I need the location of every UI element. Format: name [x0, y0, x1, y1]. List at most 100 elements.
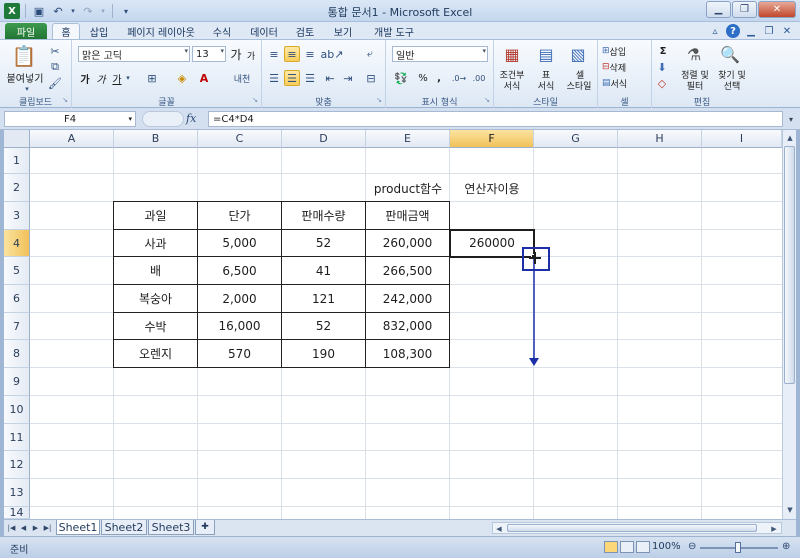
align-center-icon[interactable]: ☰ [284, 70, 300, 86]
scroll-right-icon[interactable]: ▶ [768, 522, 780, 536]
orientation-icon[interactable]: ab↗ [321, 46, 344, 62]
prev-sheet-icon[interactable]: ◀ [18, 522, 29, 534]
scroll-up-icon[interactable]: ▲ [784, 131, 796, 145]
paste-dropdown-icon[interactable]: ▾ [22, 84, 32, 94]
dialog-launcher-icon[interactable]: ↘ [376, 96, 382, 104]
font-size-combo[interactable]: 13 ▾ [192, 46, 226, 62]
merge-center-icon[interactable]: ⊟ [362, 70, 380, 86]
format-table-label-2[interactable]: 서식 [530, 79, 562, 92]
minimize-button[interactable]: ▁ [706, 1, 731, 18]
number-format-combo[interactable]: 일반 ▾ [392, 46, 488, 62]
clear-icon[interactable]: ◇ [654, 76, 670, 90]
tab-data[interactable]: 데이터 [244, 23, 284, 39]
paste-icon[interactable]: 📋 [12, 43, 37, 69]
zoom-out-icon[interactable]: ⊖ [688, 541, 696, 552]
help-icon[interactable]: ? [726, 24, 740, 38]
dialog-launcher-icon[interactable]: ↘ [484, 96, 490, 104]
vertical-scrollbar[interactable]: ▲ ▼ [782, 130, 796, 519]
bold-button[interactable]: 가 [78, 70, 92, 86]
phonetic-guide-icon[interactable]: 내천 [232, 70, 252, 86]
cell-styles-label-2[interactable]: 스타일 [560, 79, 598, 92]
copy-icon[interactable]: ⧉ [48, 60, 62, 74]
vertical-scroll-thumb[interactable] [784, 146, 795, 384]
percent-button[interactable]: % [416, 70, 430, 86]
first-sheet-icon[interactable]: |◀ [6, 522, 17, 534]
wrap-text-icon[interactable]: ⤶ [362, 46, 378, 62]
decrease-decimal-icon[interactable]: .00 [470, 70, 488, 86]
align-top-icon[interactable]: ≡ [266, 46, 282, 62]
align-middle-icon[interactable]: ≡ [284, 46, 300, 62]
page-layout-view-icon[interactable] [620, 541, 634, 553]
tab-review[interactable]: 검토 [290, 23, 320, 39]
worksheet-grid[interactable]: A B C D E F G H I 1 2 3 4 5 6 7 8 9 10 1… [4, 130, 782, 519]
tab-developer[interactable]: 개발 도구 [368, 23, 420, 39]
cell-styles-icon[interactable]: ▧ [566, 43, 590, 65]
close-button[interactable]: ✕ [758, 1, 796, 18]
sheet-tab-sheet2[interactable]: Sheet2 [101, 520, 147, 535]
fill-color-icon[interactable]: ◈ [174, 70, 190, 86]
align-bottom-icon[interactable]: ≡ [302, 46, 318, 62]
tab-view[interactable]: 보기 [328, 23, 358, 39]
format-table-icon[interactable]: ▤ [534, 43, 558, 65]
delete-cells-button[interactable]: ⊟ 삭제 [602, 60, 648, 74]
insert-function-button[interactable]: fx [186, 112, 206, 125]
zoom-slider-knob[interactable] [735, 542, 741, 553]
tab-home[interactable]: 홈 [52, 23, 80, 39]
formula-input[interactable]: =C4*D4 [208, 111, 783, 127]
find-select-label-2[interactable]: 선택 [712, 79, 752, 92]
scroll-down-icon[interactable]: ▼ [784, 503, 796, 517]
sort-filter-icon[interactable]: ⚗ [682, 43, 706, 65]
decrease-indent-icon[interactable]: ⇤ [322, 70, 338, 86]
underline-dropdown-icon[interactable]: ▾ [124, 73, 132, 83]
horizontal-scroll-thumb[interactable] [507, 524, 757, 532]
autosum-button[interactable]: Σ [654, 44, 672, 58]
dialog-launcher-icon[interactable]: ↘ [62, 96, 68, 104]
paste-button[interactable]: 붙여넣기 [2, 70, 48, 85]
expand-formula-bar-icon[interactable]: ▾ [784, 111, 798, 127]
currency-icon[interactable]: 💱 [392, 70, 410, 86]
collapse-ribbon-icon[interactable]: ▵ [708, 24, 722, 38]
format-painter-icon[interactable]: 🖌 [48, 76, 62, 90]
sheet-tab-sheet3[interactable]: Sheet3 [148, 520, 194, 535]
tab-formulas[interactable]: 수식 [207, 23, 237, 39]
conditional-format-label-2[interactable]: 서식 [494, 79, 530, 92]
name-box[interactable]: F4 ▾ [4, 111, 136, 127]
cut-icon[interactable]: ✂ [48, 44, 62, 58]
conditional-format-icon[interactable]: ▦ [500, 43, 524, 65]
dialog-launcher-icon[interactable]: ↘ [252, 96, 258, 104]
sort-filter-label-2[interactable]: 필터 [676, 79, 714, 92]
comma-button[interactable]: , [434, 70, 444, 86]
format-cells-button[interactable]: ▤ 서식 [602, 76, 648, 90]
align-left-icon[interactable]: ☰ [266, 70, 282, 86]
doc-close-icon[interactable]: ✕ [780, 24, 794, 38]
font-name-combo[interactable]: 맑은 고딕 ▾ [78, 46, 190, 62]
next-sheet-icon[interactable]: ▶ [30, 522, 41, 534]
horizontal-scrollbar[interactable]: ◀ ▶ [492, 522, 782, 534]
doc-minimize-icon[interactable]: ▁ [744, 24, 758, 38]
underline-button[interactable]: 가 [110, 70, 124, 86]
border-icon[interactable]: ⊞ [144, 70, 160, 86]
grow-font-button[interactable]: 가 [229, 46, 243, 62]
tab-file[interactable]: 파일 [5, 23, 47, 39]
font-color-icon[interactable]: A [196, 70, 212, 86]
new-sheet-icon[interactable]: ✚ [195, 520, 215, 535]
increase-decimal-icon[interactable]: .0→ [450, 70, 468, 86]
find-select-icon[interactable]: 🔍 [718, 43, 742, 65]
increase-indent-icon[interactable]: ⇥ [340, 70, 356, 86]
page-break-view-icon[interactable] [636, 541, 650, 553]
last-sheet-icon[interactable]: ▶| [42, 522, 53, 534]
zoom-level[interactable]: 100% [652, 541, 681, 552]
sheet-tab-sheet1[interactable]: Sheet1 [56, 520, 100, 535]
doc-restore-icon[interactable]: ❐ [762, 24, 776, 38]
tab-page-layout[interactable]: 페이지 레이아웃 [118, 23, 204, 39]
insert-cells-button[interactable]: ⊞ 삽입 [602, 44, 648, 58]
shrink-font-button[interactable]: 가 [244, 48, 258, 62]
tab-insert[interactable]: 삽입 [84, 23, 114, 39]
fill-icon[interactable]: ⬇ [654, 60, 670, 74]
restore-button[interactable]: ❐ [732, 1, 757, 18]
scroll-left-icon[interactable]: ◀ [493, 522, 505, 536]
align-right-icon[interactable]: ☰ [302, 70, 318, 86]
zoom-in-icon[interactable]: ⊕ [782, 541, 790, 552]
normal-view-icon[interactable] [604, 541, 618, 553]
italic-button[interactable]: 가 [94, 70, 108, 86]
